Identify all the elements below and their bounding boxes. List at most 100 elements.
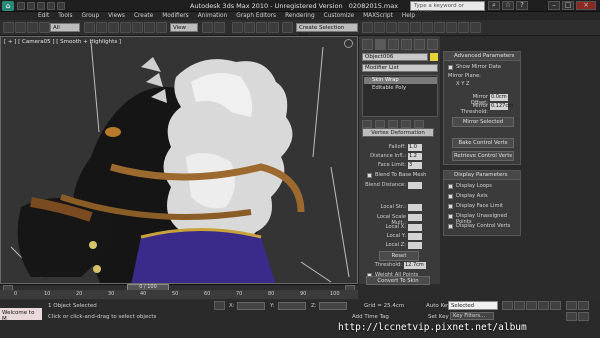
convert-to-skin-button[interactable]: Convert To Skin [366,276,430,285]
show-end-result-icon[interactable] [375,120,385,128]
layer-manager-icon[interactable] [386,22,397,33]
display-unassigned-points-checkbox[interactable] [448,214,453,219]
link-icon[interactable] [27,22,38,33]
menu-maxscript[interactable]: MAXScript [363,12,393,20]
selection-filter-dropdown[interactable]: All [50,23,80,32]
key-mode-dropdown[interactable]: Selected [448,301,498,310]
falloff-spinner[interactable]: 1.0 [408,144,422,151]
display-loops-checkbox[interactable] [448,184,453,189]
go-to-start-icon[interactable] [502,301,513,310]
star-icon[interactable]: ☆ [502,1,514,10]
display-tab-icon[interactable] [414,39,425,50]
reset-button[interactable]: Reset [379,251,419,261]
rotate-icon[interactable] [144,22,155,33]
maximize-button[interactable]: □ [562,1,574,10]
create-tab-icon[interactable] [362,39,373,50]
move-icon[interactable] [132,22,143,33]
close-button[interactable]: × [576,1,596,10]
display-face-limit-checkbox[interactable] [448,204,453,209]
unlink-icon[interactable] [39,22,50,33]
motion-tab-icon[interactable] [401,39,412,50]
menu-edit[interactable]: Edit [38,12,49,20]
mirror-threshold-spinner[interactable]: 0.127cm [490,103,513,110]
percent-snap-icon[interactable] [256,22,267,33]
maxscript-listener[interactable]: Welcome to M [0,308,42,322]
menu-create[interactable]: Create [134,12,153,20]
utilities-tab-icon[interactable] [427,39,438,50]
orbit-icon[interactable] [578,312,589,321]
menu-help[interactable]: Help [402,12,415,20]
viewcube-icon[interactable] [344,39,353,48]
key-filters-button[interactable]: Key Filters... [450,312,494,320]
mirror-offset-spinner[interactable]: 0.0cm [490,94,508,101]
material-editor-icon[interactable] [434,22,445,33]
display-axis-checkbox[interactable] [448,194,453,199]
z-coordinate-field[interactable] [319,302,347,310]
show-mirror-data-checkbox[interactable] [448,65,453,70]
threshold-spinner[interactable]: 12.7cm [404,262,426,269]
redo-icon[interactable] [57,2,65,10]
hierarchy-tab-icon[interactable] [388,39,399,50]
menu-tools[interactable]: Tools [58,12,72,20]
local-x-spinner[interactable] [408,224,422,231]
search-input[interactable]: Type a keyword or phrase [410,1,485,15]
advanced-parameters-header[interactable]: Advanced Parameters [444,52,520,61]
display-control-verts-checkbox[interactable] [448,224,453,229]
window-crossing-icon[interactable] [120,22,131,33]
named-selection-dropdown[interactable]: Create Selection Set [296,23,358,39]
blend-to-base-checkbox[interactable] [367,173,372,178]
select-by-name-icon[interactable] [96,22,107,33]
undo-toolbar-icon[interactable] [3,22,14,33]
local-z-spinner[interactable] [408,242,422,249]
modify-tab-icon[interactable] [375,39,386,50]
go-to-end-icon[interactable] [550,301,561,310]
add-time-tag[interactable]: Add Time Tag [352,314,389,320]
render-setup-icon[interactable] [446,22,457,33]
remove-modifier-icon[interactable] [401,120,411,128]
mirror-selected-button[interactable]: Mirror Selected [452,117,514,127]
curve-editor-icon[interactable] [410,22,421,33]
configure-sets-icon[interactable] [414,120,424,128]
undo-icon[interactable] [47,2,55,10]
align-icon[interactable] [374,22,385,33]
modifier-list-dropdown[interactable]: Modifier List [362,64,438,72]
spinner-snap-icon[interactable] [268,22,279,33]
rollout-vertex-deformation[interactable]: Vertex Deformation [362,128,434,137]
new-file-icon[interactable] [17,2,25,10]
track-bar[interactable]: 0 10 20 30 40 50 60 70 80 90 100 [0,290,358,299]
object-name-field[interactable]: Object006 [362,53,428,61]
viewport-label[interactable]: [ + ] [ Camera05 ] [ Smooth + Highlights… [4,39,121,45]
menu-views[interactable]: Views [108,12,125,20]
save-file-icon[interactable] [37,2,45,10]
display-parameters-header[interactable]: Display Parameters [444,171,520,180]
previous-key-icon[interactable] [514,301,525,310]
reference-coord-dropdown[interactable]: View [170,23,198,32]
local-scale-mult-spinner[interactable] [408,214,422,221]
app-logo-icon[interactable]: ⌂ [2,1,14,11]
search-icon[interactable]: ⌕ [488,1,500,10]
mirror-plane-axes[interactable]: X Y Z [456,81,470,87]
angle-snap-icon[interactable] [244,22,255,33]
stack-item-skin-wrap[interactable]: Skin Wrap [364,77,437,84]
pan-icon[interactable] [566,312,577,321]
y-coordinate-field[interactable] [278,302,306,310]
scale-icon[interactable] [156,22,167,33]
menu-customize[interactable]: Customize [324,12,354,20]
mirror-icon[interactable] [362,22,373,33]
next-key-icon[interactable] [538,301,549,310]
region-select-icon[interactable] [108,22,119,33]
pin-stack-icon[interactable] [362,120,372,128]
redo-toolbar-icon[interactable] [15,22,26,33]
select-object-icon[interactable] [84,22,95,33]
minimize-button[interactable]: – [548,1,560,10]
menu-group[interactable]: Group [82,12,100,20]
edit-named-sets-icon[interactable] [282,22,293,33]
lock-selection-icon[interactable] [214,301,225,310]
menu-animation[interactable]: Animation [198,12,228,20]
rendered-frame-icon[interactable] [458,22,469,33]
blend-distance-spinner[interactable] [408,182,422,189]
zoom-icon[interactable] [566,301,577,310]
render-icon[interactable] [470,22,481,33]
snap-toggle-icon[interactable] [232,22,243,33]
play-icon[interactable] [526,301,537,310]
